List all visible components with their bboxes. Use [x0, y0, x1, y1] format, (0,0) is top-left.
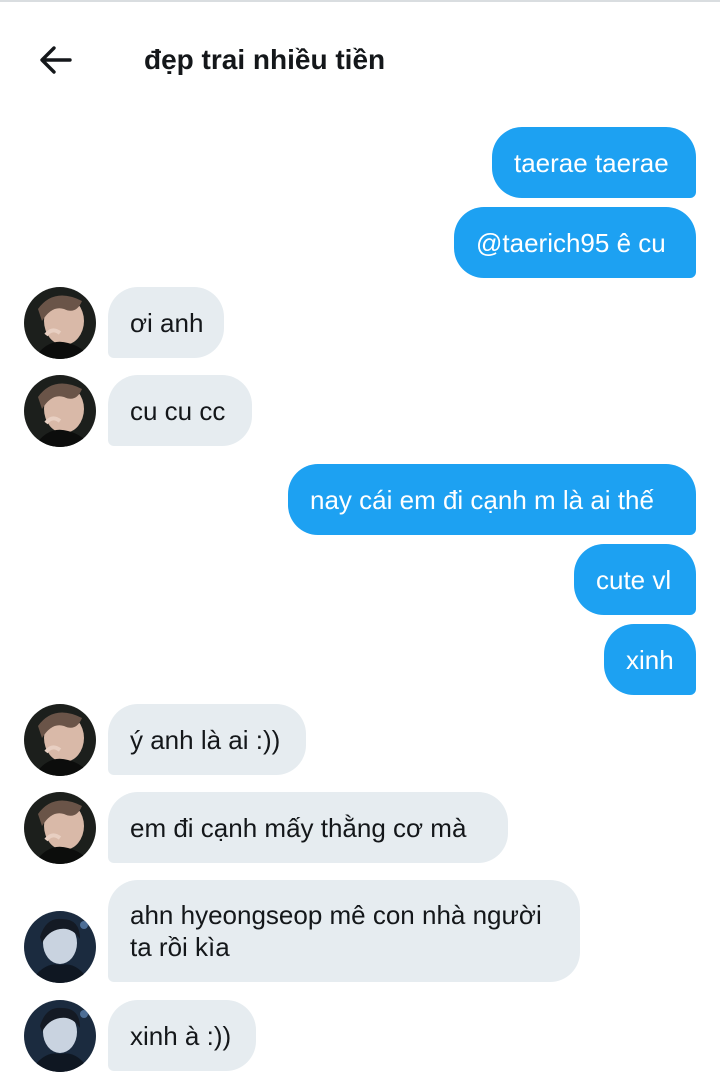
avatar[interactable]	[24, 287, 96, 359]
conversation-title: đẹp trai nhiều tiền	[144, 44, 386, 75]
avatar[interactable]	[24, 375, 96, 447]
sent-message[interactable]: nay cái em đi cạnh m là ai thế	[288, 464, 696, 535]
avatar-photo	[24, 704, 96, 776]
avatar[interactable]	[24, 792, 96, 864]
sent-message[interactable]: @taerich95 ê cu	[454, 207, 696, 278]
avatar-photo	[24, 911, 96, 983]
received-message[interactable]: xinh à :))	[108, 1000, 256, 1071]
message-text: xinh à :))	[130, 1020, 232, 1051]
avatar[interactable]	[24, 1000, 96, 1072]
avatar[interactable]	[24, 911, 96, 983]
back-button[interactable]	[36, 40, 76, 80]
received-message[interactable]: ý anh là ai :))	[108, 704, 306, 775]
message-text: nay cái em đi cạnh m là ai thế	[310, 484, 654, 515]
arrow-left-icon	[40, 46, 72, 74]
sent-message[interactable]: taerae taerae	[492, 127, 696, 198]
avatar[interactable]	[24, 704, 96, 776]
avatar-photo	[24, 287, 96, 359]
message-text: cute vl	[596, 564, 672, 595]
received-message[interactable]: em đi cạnh mấy thằng cơ mà	[108, 792, 508, 863]
message-text: ý anh là ai :))	[130, 724, 281, 755]
received-message[interactable]: ahn hyeongseop mê con nhà người ta rồi k…	[108, 880, 580, 982]
message-text: ahn hyeongseop mê con nhà người ta rồi k…	[130, 900, 542, 962]
message-text: em đi cạnh mấy thằng cơ mà	[130, 812, 467, 843]
message-text: taerae taerae	[514, 147, 669, 178]
received-message[interactable]: cu cu cc	[108, 375, 252, 446]
message-text: cu cu cc	[130, 395, 226, 426]
message-text: xinh	[626, 644, 674, 675]
conversation-header: đẹp trai nhiều tiền	[0, 0, 720, 112]
avatar-photo	[24, 1000, 96, 1072]
avatar-photo	[24, 375, 96, 447]
avatar-photo	[24, 792, 96, 864]
sent-message[interactable]: xinh	[604, 624, 696, 695]
message-text: @taerich95 ê cu	[476, 227, 666, 258]
received-message[interactable]: ơi anh	[108, 287, 224, 358]
message-text: ơi anh	[130, 307, 204, 338]
sent-message[interactable]: cute vl	[574, 544, 696, 615]
